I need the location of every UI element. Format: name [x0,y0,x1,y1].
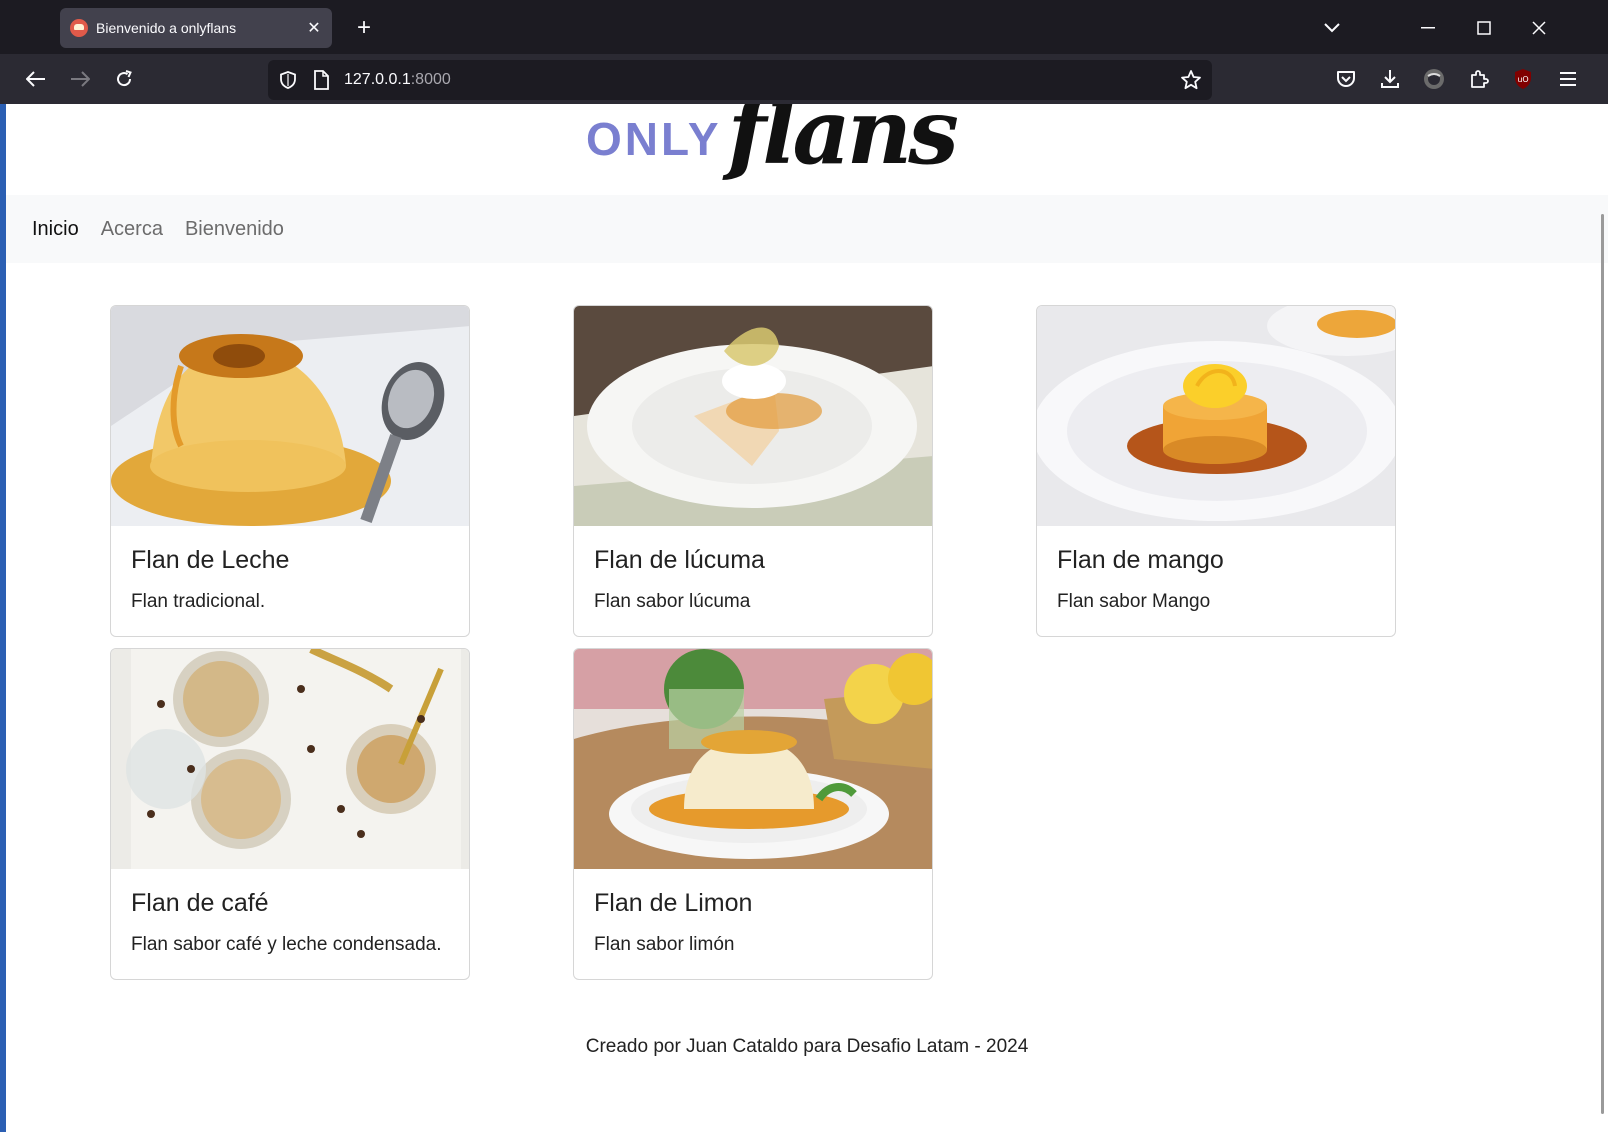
flan-card[interactable]: Flan de Leche Flan tradicional. [110,305,470,637]
flan-de-leche-photo [111,306,469,526]
navigation-toolbar: 127.0.0.1:8000 uO [0,54,1608,104]
flan-card[interactable]: Flan de Limon Flan sabor limón [573,648,933,980]
card-title: Flan de mango [1057,546,1224,574]
nav-link-bienvenido[interactable]: Bienvenido [185,218,284,241]
bookmark-star-icon[interactable] [1180,69,1202,91]
web-page: ONLY flans Inicio Acerca Bienvenido Flan… [6,104,1608,1132]
maximize-button[interactable] [1464,10,1504,46]
flan-de-mango-photo [1037,306,1395,526]
svg-text:uO: uO [1517,75,1528,84]
site-logo[interactable]: ONLY flans [586,104,959,185]
tab-active[interactable]: Bienvenido a onlyflans ✕ [60,8,332,48]
nav-link-inicio[interactable]: Inicio [32,218,79,241]
flan-favicon-icon [70,19,88,37]
nav-link-acerca[interactable]: Acerca [101,218,163,241]
flan-de-limon-photo [574,649,932,869]
forward-button[interactable] [63,62,97,96]
card-description: Flan sabor café y leche condensada. [131,934,442,955]
flan-de-cafe-photo [111,649,469,869]
flan-de-lucuma-photo [574,306,932,526]
card-title: Flan de lúcuma [594,546,765,574]
site-navbar: Inicio Acerca Bienvenido [6,195,1608,263]
url-port: :8000 [410,71,451,88]
close-tab-icon[interactable]: ✕ [302,16,326,40]
card-title: Flan de Limon [594,889,753,917]
tab-title: Bienvenido a onlyflans [96,20,237,36]
url-bar[interactable]: 127.0.0.1:8000 [268,60,1212,100]
close-window-button[interactable] [1519,10,1559,46]
logo-script-text: flans [727,104,959,185]
flan-card[interactable]: Flan de café Flan sabor café y leche con… [110,648,470,980]
card-description: Flan sabor lúcuma [594,591,751,612]
new-tab-button[interactable]: + [350,14,378,42]
page-scrollbar[interactable] [1601,214,1604,1114]
pocket-icon[interactable] [1334,67,1358,91]
card-title: Flan de Leche [131,546,290,574]
flan-card[interactable]: Flan de lúcuma Flan sabor lúcuma [573,305,933,637]
downloads-icon[interactable] [1378,67,1402,91]
minimize-button[interactable] [1408,10,1448,46]
account-avatar-icon[interactable] [1422,67,1446,91]
reload-button[interactable] [107,62,141,96]
card-title: Flan de café [131,889,269,917]
list-all-tabs-chevron-icon[interactable] [1312,10,1352,46]
extensions-puzzle-icon[interactable] [1467,67,1491,91]
tracking-protection-shield-icon[interactable] [278,70,298,90]
card-description: Flan sabor limón [594,934,735,955]
back-button[interactable] [19,62,53,96]
flan-card[interactable]: Flan de mango Flan sabor Mango [1036,305,1396,637]
app-menu-hamburger-icon[interactable] [1556,67,1580,91]
page-info-icon[interactable] [312,70,330,90]
logo-only-text: ONLY [586,113,722,165]
site-footer: Creado por Juan Cataldo para Desafio Lat… [585,1036,1029,1057]
url-host: 127.0.0.1 [344,71,411,88]
ublock-origin-icon[interactable]: uO [1511,67,1535,91]
browser-window: Bienvenido a onlyflans ✕ + 127.0.0.1:80… [0,0,1608,1132]
tab-bar: Bienvenido a onlyflans ✕ + [0,0,1608,54]
card-description: Flan sabor Mango [1057,591,1211,612]
card-description: Flan tradicional. [131,591,266,612]
